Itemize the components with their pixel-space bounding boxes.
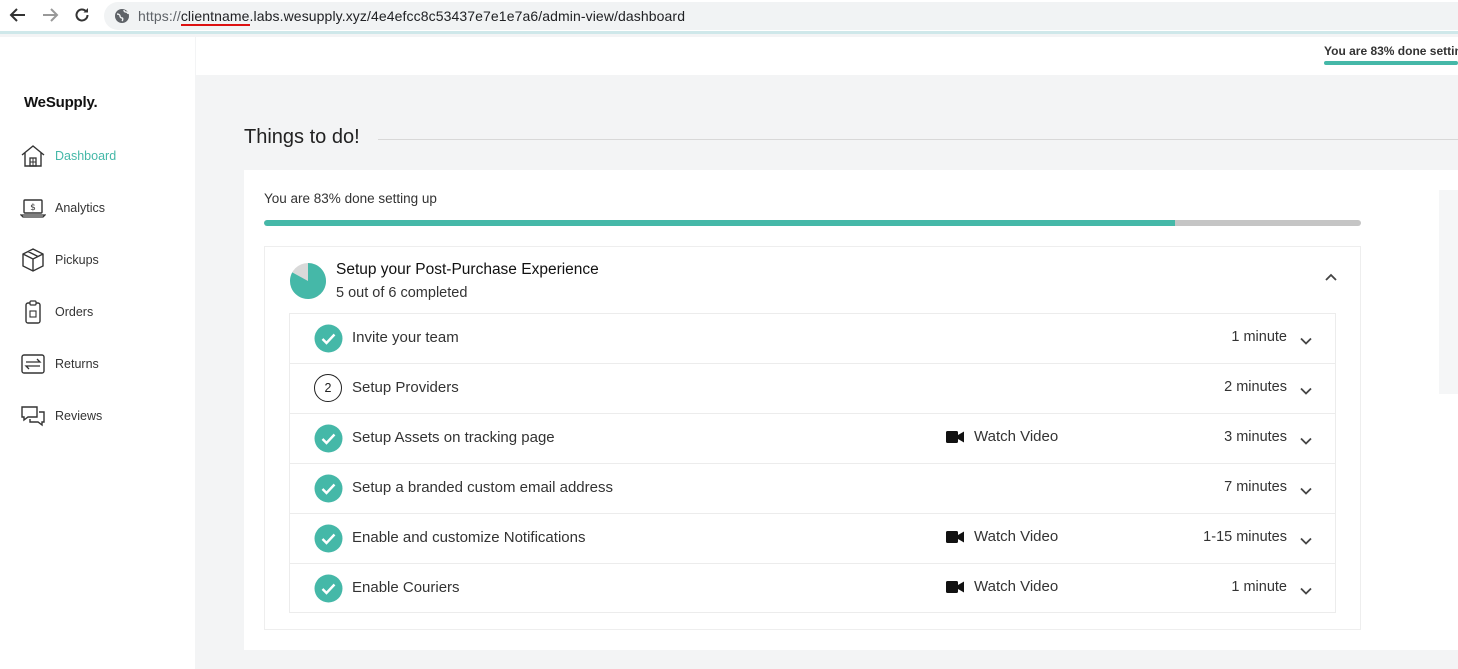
task-label: Invite your team <box>352 329 459 346</box>
url-rest: .labs.wesupply.xyz/4e4efcc8c53437e7e1e7a… <box>249 8 686 24</box>
task-label: Enable Couriers <box>352 579 460 596</box>
check-circle-icon <box>314 424 343 453</box>
page-title: Things to do! <box>244 126 360 148</box>
chevron-up-icon[interactable] <box>1323 269 1339 285</box>
task-list: Invite your team 1 minute 2 Setup Providers… <box>289 313 1336 613</box>
task-row[interactable]: Enable Couriers Watch Video 1 minute <box>289 563 1336 613</box>
watch-video-label: Watch Video <box>974 528 1059 545</box>
sidebar-item-pickups[interactable]: Pickups <box>20 245 99 275</box>
clipboard-icon <box>25 300 41 324</box>
globe-icon <box>115 9 129 23</box>
url-prefix: https:// <box>138 8 181 24</box>
video-camera-icon <box>946 530 964 543</box>
url-host-underline <box>180 24 250 26</box>
task-time-estimate: 3 minutes <box>1224 429 1287 445</box>
check-circle-icon <box>314 474 343 503</box>
watch-video-label: Watch Video <box>974 428 1059 445</box>
task-row[interactable]: Setup Assets on tracking page Watch Video… <box>289 413 1336 463</box>
section-subtitle: 5 out of 6 completed <box>336 285 468 301</box>
sidebar-item-dashboard[interactable]: Dashboard <box>20 141 116 171</box>
task-time-estimate: 2 minutes <box>1224 379 1287 395</box>
sidebar-item-reviews[interactable]: Reviews <box>20 401 102 431</box>
sidebar-item-returns[interactable]: Returns <box>20 349 99 379</box>
setup-progress-text: You are 83% done setting up <box>264 191 437 206</box>
right-side-panel <box>1439 190 1458 394</box>
task-time-estimate: 1 minute <box>1231 329 1287 345</box>
sidebar-item-label: Analytics <box>55 201 106 215</box>
setup-progress-fill <box>264 220 1175 226</box>
task-time-estimate: 7 minutes <box>1224 479 1287 495</box>
section-title: Setup your Post-Purchase Experience <box>336 261 599 278</box>
check-circle-icon <box>314 524 343 553</box>
arrow-right-icon <box>43 8 59 22</box>
header-progress-text: You are 83% done setting up <box>1324 44 1458 58</box>
chevron-down-icon[interactable] <box>1299 434 1313 448</box>
address-bar[interactable]: https://clientname .labs.wesupply.xyz/4e4… <box>104 2 1458 30</box>
watch-video-link[interactable]: Watch Video <box>946 578 1058 595</box>
sidebar-item-orders[interactable]: Orders <box>20 297 93 327</box>
check-circle-icon <box>314 324 343 353</box>
completion-pie-icon <box>290 263 327 299</box>
forward-button[interactable] <box>34 0 66 30</box>
step-number-badge: 2 <box>314 374 342 402</box>
check-circle-icon <box>314 574 343 603</box>
arrow-left-icon <box>9 8 25 22</box>
house-icon <box>21 145 45 167</box>
video-camera-icon <box>946 430 964 443</box>
url-text: https://clientname .labs.wesupply.xyz/4e4… <box>138 8 686 26</box>
header-progress-bar <box>1324 61 1458 65</box>
url-host-text: clientname <box>180 8 250 24</box>
sidebar-item-label: Returns <box>55 357 99 371</box>
top-header <box>196 37 1458 75</box>
sidebar-item-label: Reviews <box>55 409 103 423</box>
task-time-estimate: 1-15 minutes <box>1203 529 1287 545</box>
task-row[interactable]: Invite your team 1 minute <box>289 313 1336 363</box>
task-row[interactable]: Enable and customize Notifications Watch … <box>289 513 1336 563</box>
chat-bubbles-icon <box>21 406 45 427</box>
setup-progress-bar <box>264 220 1361 226</box>
chevron-down-icon[interactable] <box>1299 334 1313 348</box>
browser-toolbar: https://clientname .labs.wesupply.xyz/4e4… <box>0 0 1458 34</box>
wesupply-logo: WeSupply. <box>24 94 98 111</box>
watch-video-link[interactable]: Watch Video <box>946 428 1058 445</box>
url-host: clientname <box>180 8 250 26</box>
watch-video-label: Watch Video <box>974 578 1059 595</box>
reload-icon <box>75 8 89 22</box>
chevron-down-icon[interactable] <box>1299 484 1313 498</box>
task-time-estimate: 1 minute <box>1231 579 1287 595</box>
task-label: Setup a branded custom email address <box>352 479 613 496</box>
return-arrows-icon <box>21 354 45 374</box>
chevron-down-icon[interactable] <box>1299 584 1313 598</box>
video-camera-icon <box>946 580 964 593</box>
reload-button[interactable] <box>66 0 98 30</box>
sidebar-item-label: Pickups <box>55 253 99 267</box>
back-button[interactable] <box>2 0 34 30</box>
task-label: Setup Providers <box>352 379 459 396</box>
svg-text:$: $ <box>30 203 36 213</box>
task-label: Enable and customize Notifications <box>352 529 586 546</box>
sidebar-item-label: Dashboard <box>55 149 117 163</box>
task-label: Setup Assets on tracking page <box>352 429 555 446</box>
chevron-down-icon[interactable] <box>1299 534 1313 548</box>
task-row[interactable]: 2 Setup Providers 2 minutes <box>289 363 1336 413</box>
chevron-down-icon[interactable] <box>1299 384 1313 398</box>
box-icon <box>22 248 44 272</box>
task-row[interactable]: Setup a branded custom email address 7 mi… <box>289 463 1336 513</box>
laptop-dollar-icon: $ <box>20 199 46 218</box>
sidebar-item-analytics[interactable]: $ Analytics <box>20 193 105 223</box>
title-divider <box>378 139 1458 140</box>
watch-video-link[interactable]: Watch Video <box>946 528 1058 545</box>
sidebar-item-label: Orders <box>55 305 94 319</box>
